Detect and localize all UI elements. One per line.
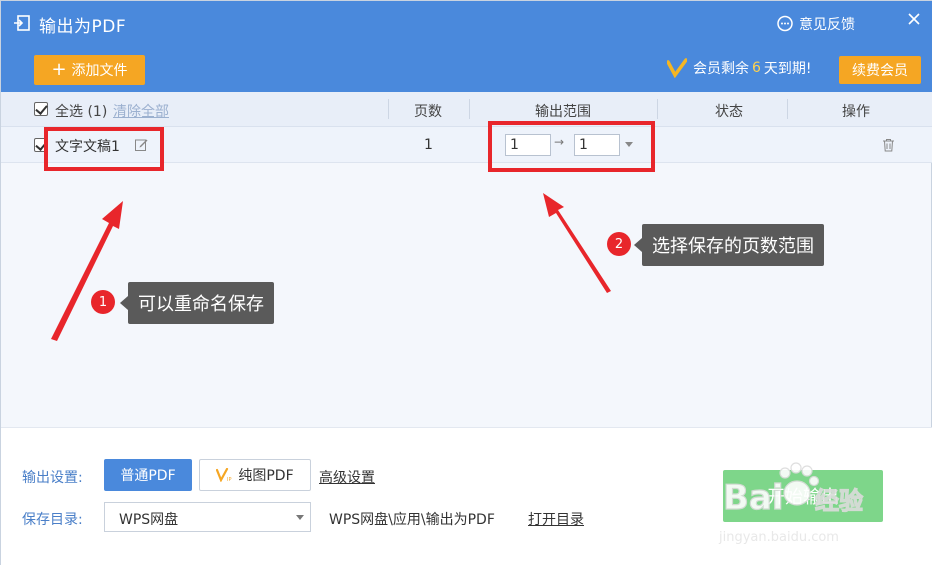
select-all-checkbox[interactable]: [34, 102, 48, 116]
chat-bubble-icon: [777, 15, 793, 32]
close-icon[interactable]: [904, 9, 924, 29]
vip-logo-icon: [667, 58, 687, 78]
open-directory-link[interactable]: 打开目录: [528, 509, 584, 529]
column-header-range: 输出范围: [535, 104, 591, 120]
column-header-pages: 页数: [414, 104, 442, 120]
trash-icon[interactable]: [882, 138, 895, 152]
annotation-badge-2: 2: [607, 232, 631, 256]
image-pdf-label: 纯图PDF: [238, 468, 294, 484]
select-all-label: 全选 (1): [55, 104, 108, 120]
vip-suffix: 天到期!: [763, 61, 812, 77]
column-header-status: 状态: [715, 104, 743, 120]
column-divider: [469, 99, 470, 119]
column-header-action: 操作: [842, 104, 870, 120]
settings-panel: 输出设置: 普通PDF IP 纯图PDF 高级设置 保存目录: WPS网盘 WP…: [1, 427, 932, 565]
table-header: 全选 (1) 清除全部 页数 输出范围 状态 操作: [1, 92, 932, 127]
annotation-badge-1: 1: [91, 290, 115, 314]
feedback-link[interactable]: 意见反馈: [776, 14, 855, 34]
export-pdf-icon: [14, 15, 30, 31]
pdf-export-window: 输出为PDF 意见反馈 + 添加文件 会员剩余 6 天到期! 续费会员 全选 (…: [0, 0, 932, 565]
clear-all-link[interactable]: 清除全部: [113, 101, 169, 121]
window-title: 输出为PDF: [39, 17, 127, 37]
save-path: WPS网盘\应用\输出为PDF: [329, 512, 495, 528]
output-settings-label: 输出设置:: [22, 470, 83, 486]
page-count: 1: [424, 137, 433, 153]
arrow-range: [543, 193, 611, 293]
save-location-select[interactable]: WPS网盘: [104, 502, 311, 532]
vip-days: 6: [752, 60, 761, 76]
add-file-label: 添加文件: [71, 63, 128, 79]
svg-text:IP: IP: [227, 477, 232, 482]
column-divider: [388, 99, 389, 119]
vip-status: 会员剩余 6 天到期!: [667, 58, 812, 78]
feedback-label: 意见反馈: [799, 17, 855, 33]
annotation-callout-rename: 可以重命名保存: [120, 282, 274, 324]
save-dir-label: 保存目录:: [22, 512, 83, 528]
vip-badge-icon: IP: [216, 468, 232, 482]
title-bar: 输出为PDF 意见反馈 + 添加文件 会员剩余 6 天到期! 续费会员: [1, 1, 932, 92]
advanced-settings-link[interactable]: 高级设置: [319, 467, 375, 487]
renew-membership-button[interactable]: 续费会员: [839, 56, 921, 84]
add-file-button[interactable]: + 添加文件: [34, 55, 145, 85]
image-pdf-button[interactable]: IP 纯图PDF: [199, 459, 311, 491]
start-output-button[interactable]: 开始输出: [723, 470, 883, 522]
arrow-rename: [51, 201, 123, 341]
highlight-box-range: [488, 121, 655, 172]
highlight-box-rename: [44, 127, 164, 171]
annotation-callout-range: 选择保存的页数范围: [634, 224, 824, 266]
column-divider: [657, 99, 658, 119]
normal-pdf-button[interactable]: 普通PDF: [104, 459, 192, 491]
vip-prefix: 会员剩余: [693, 61, 749, 77]
column-divider: [787, 99, 788, 119]
plus-icon: +: [51, 59, 67, 80]
chevron-down-icon: [296, 515, 304, 520]
